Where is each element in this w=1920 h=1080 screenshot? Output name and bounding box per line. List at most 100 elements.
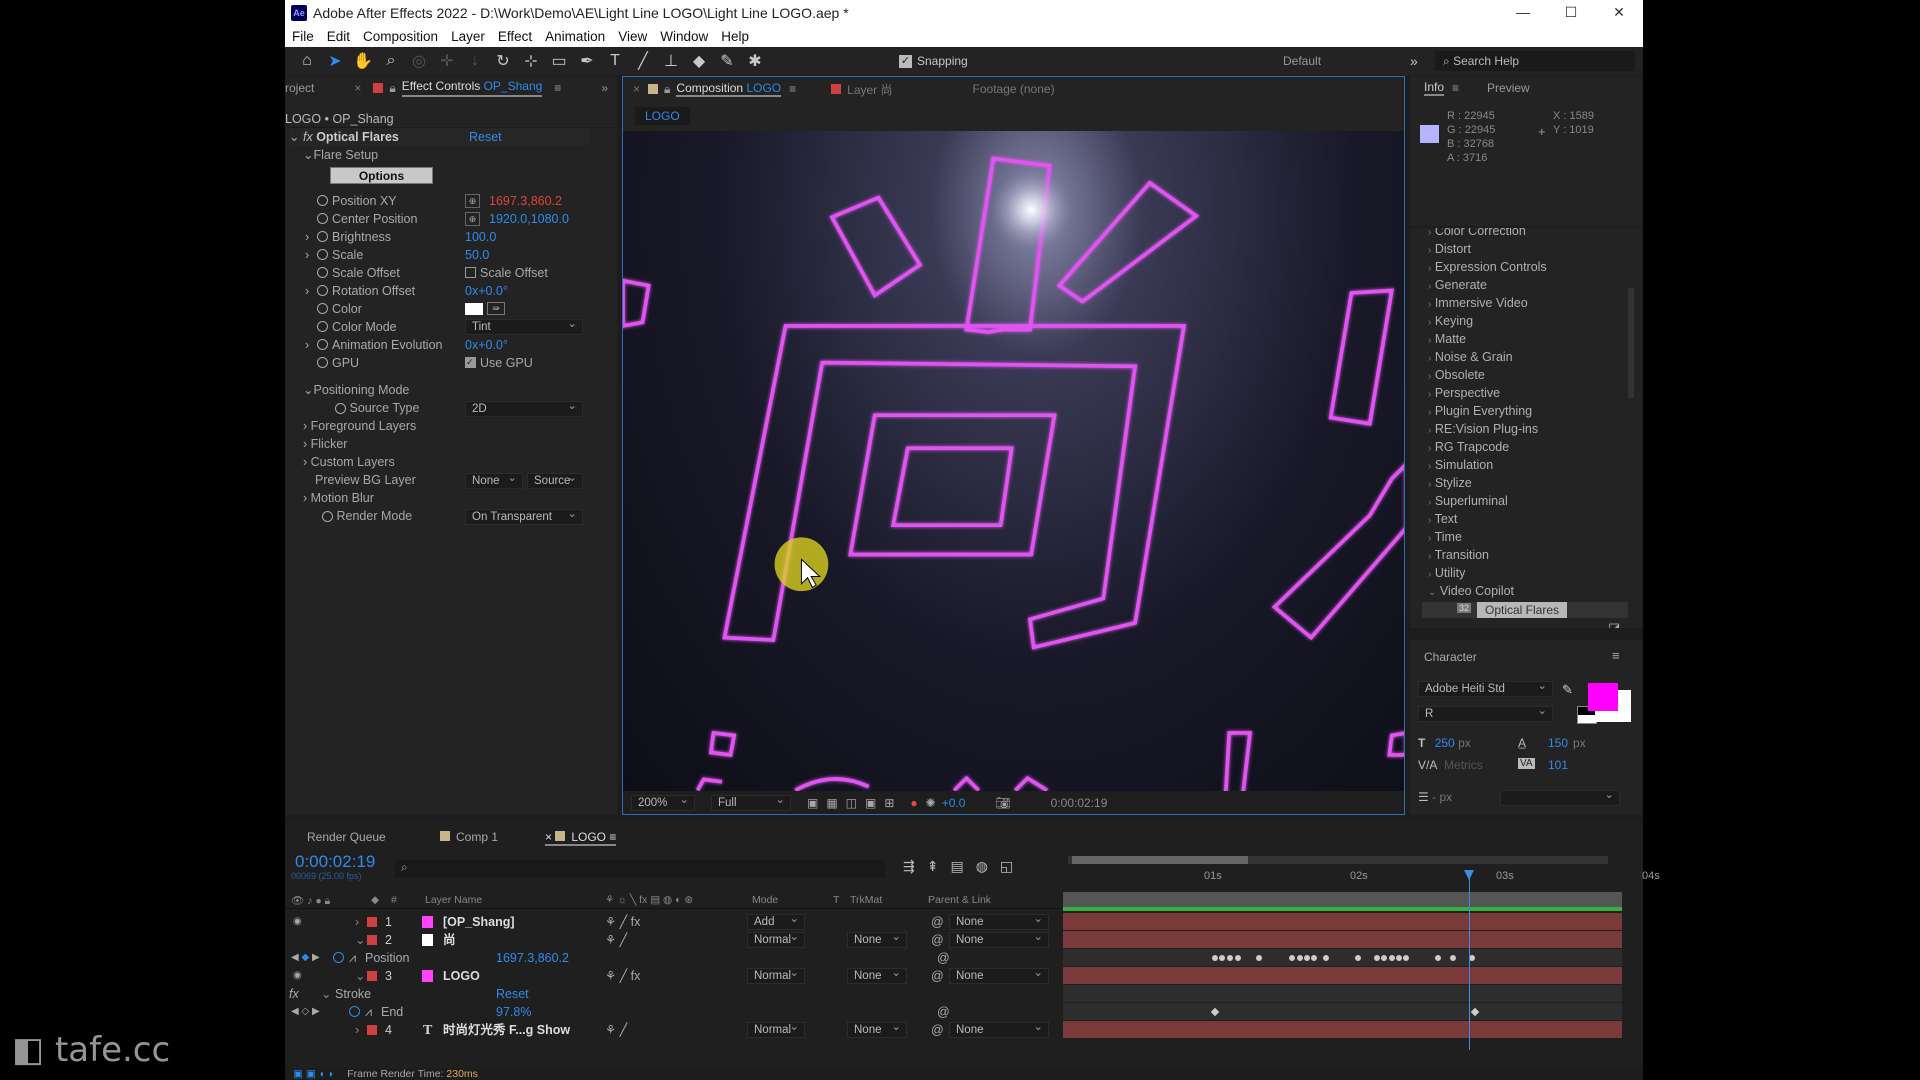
fill-color-swatch[interactable]	[1588, 683, 1618, 711]
viewer-toggles-icons[interactable]: ▣▦◫▣⊞	[807, 796, 902, 810]
preview-bg-dropdown[interactable]: None	[465, 471, 523, 489]
effect-category[interactable]: › Superluminal	[1428, 492, 1508, 510]
eraser-tool-icon[interactable]: ◆	[685, 51, 713, 71]
rotate-tool-icon[interactable]: ↻	[489, 51, 517, 71]
checkbox[interactable]	[465, 267, 476, 278]
label-color[interactable]	[367, 935, 377, 945]
color-mode-dropdown[interactable]: Tint	[465, 317, 583, 335]
layer-duration-bar[interactable]	[1063, 967, 1622, 984]
composition-viewer[interactable]	[623, 131, 1404, 791]
effect-category[interactable]: › Simulation	[1428, 456, 1493, 474]
color-swatch[interactable]	[465, 303, 483, 315]
time-navigator[interactable]	[1068, 856, 1608, 864]
effect-category[interactable]: › Matte	[1428, 330, 1466, 348]
effect-category[interactable]: › Perspective	[1428, 384, 1500, 402]
chevron-right-icon[interactable]: ›	[355, 1021, 359, 1039]
layer-name[interactable]: LOGO	[443, 967, 480, 985]
comp-breadcrumb-chip[interactable]: LOGO	[635, 107, 690, 125]
property-value[interactable]: 1697.3,860.2	[496, 949, 569, 967]
mode-dropdown[interactable]: Normal	[747, 1020, 805, 1038]
layer-duration-bar[interactable]	[1063, 1021, 1622, 1038]
pickwhip-icon[interactable]: @	[931, 931, 944, 949]
stopwatch-icon[interactable]	[317, 231, 328, 242]
prop-value[interactable]: 0x+0.0°	[465, 336, 508, 354]
mode-dropdown[interactable]: Normal	[747, 966, 805, 984]
scrollbar[interactable]	[1628, 288, 1634, 398]
effect-category[interactable]: › RG Trapcode	[1428, 438, 1509, 456]
stroke-width-row[interactable]: ☰ - px	[1418, 790, 1452, 804]
panel-menu-icon[interactable]: ≡	[1612, 648, 1620, 663]
selection-tool-icon[interactable]: ➤	[321, 51, 349, 71]
stopwatch-icon[interactable]	[317, 267, 328, 278]
workspace-default[interactable]: Default	[1283, 54, 1321, 68]
kerning-value[interactable]: Metrics	[1444, 758, 1483, 772]
lock-icon[interactable]: 🔒︎	[664, 82, 670, 97]
effect-category[interactable]: › Color Correction	[1428, 228, 1526, 240]
parent-dropdown[interactable]: None	[949, 1020, 1049, 1038]
group-flicker[interactable]: › Flicker	[303, 435, 347, 453]
layer-name[interactable]: 时尚灯光秀 F...g Show	[443, 1021, 570, 1039]
selected-effect-optical-flares[interactable]: Optical Flares	[1477, 602, 1568, 618]
exposure-reset-icon[interactable]: ✺	[926, 796, 936, 810]
crosshair-icon[interactable]: ⊕	[465, 194, 480, 208]
dolly-tool-icon[interactable]: ↓	[461, 52, 489, 70]
effect-category[interactable]: › Noise & Grain	[1428, 348, 1513, 366]
group-custom-layers[interactable]: › Custom Layers	[303, 453, 395, 471]
chevron-right-icon[interactable]: ›	[305, 246, 309, 264]
chevron-right-icon[interactable]: ›	[355, 913, 359, 931]
layer-name[interactable]: 尚	[443, 931, 456, 949]
channel-icon[interactable]: ●	[910, 796, 917, 810]
prop-value[interactable]: 1920.0,1080.0	[489, 210, 569, 228]
selected-effect-row[interactable]: 32 Optical Flares	[1422, 602, 1628, 618]
navigator-range[interactable]	[1072, 856, 1248, 864]
effect-category[interactable]: › Distort	[1428, 240, 1471, 258]
minimize-button[interactable]: —	[1499, 0, 1547, 25]
exposure-value[interactable]: +0.0	[942, 796, 966, 810]
new-folder-icon[interactable]: ◪	[1608, 620, 1620, 628]
chevron-down-icon[interactable]: ⌄	[355, 967, 365, 985]
prop-value[interactable]: 100.0	[465, 228, 496, 246]
prop-value[interactable]: 50.0	[465, 246, 489, 264]
stopwatch-icon[interactable]	[349, 1006, 360, 1017]
effect-category[interactable]: › Transition	[1428, 546, 1489, 564]
effect-category[interactable]: › RE:Vision Plug-ins	[1428, 420, 1538, 438]
type-tool-icon[interactable]: T	[601, 52, 629, 70]
effect-category[interactable]: ⌄ Video Copilot	[1428, 582, 1514, 600]
chevron-down-icon[interactable]: ⌄	[321, 985, 331, 1003]
viewer-timecode[interactable]: 0:00:02:19	[1051, 796, 1108, 810]
font-size-value[interactable]: 250	[1435, 736, 1455, 750]
workspace-overflow-icon[interactable]: »	[1410, 53, 1418, 69]
trkmat-dropdown[interactable]: None	[847, 1020, 907, 1038]
pickwhip-icon[interactable]: @	[937, 949, 950, 967]
effect-category[interactable]: › Stylize	[1428, 474, 1472, 492]
chevron-down-icon[interactable]: ⌄	[355, 931, 365, 949]
font-family-dropdown[interactable]: Adobe Heiti Std	[1418, 679, 1553, 697]
maximize-button[interactable]: ☐	[1547, 0, 1595, 25]
lock-icon[interactable]: 🔒︎	[389, 81, 395, 96]
keyframe-navigator[interactable]: ◀ ◇ ▶	[291, 1003, 320, 1021]
trkmat-dropdown[interactable]: None	[847, 966, 907, 984]
menu-file[interactable]: File	[292, 29, 314, 44]
menu-edit[interactable]: Edit	[327, 29, 350, 44]
playhead-handle[interactable]	[1463, 870, 1474, 885]
trkmat-dropdown[interactable]: None	[847, 930, 907, 948]
tab-preview[interactable]: Preview	[1487, 81, 1530, 95]
effect-category[interactable]: › Immersive Video	[1428, 294, 1528, 312]
group-motion-blur[interactable]: › Motion Blur	[303, 489, 374, 507]
layer-duration-bar[interactable]	[1063, 931, 1622, 948]
pan-tool-icon[interactable]: ✛	[433, 51, 461, 71]
puppet-tool-icon[interactable]: ✱	[741, 51, 769, 71]
layer-name[interactable]: [OP_Shang]	[443, 913, 515, 931]
panel-menu-icon[interactable]: ≡	[789, 82, 796, 96]
close-tab-icon[interactable]: ×	[354, 81, 361, 95]
layer-duration-bar[interactable]	[1063, 913, 1622, 930]
stopwatch-icon[interactable]	[317, 321, 328, 332]
keyframe-navigator[interactable]: ◀ ◆ ▶	[291, 949, 320, 967]
reset-link[interactable]: Reset	[469, 128, 502, 146]
graph-icon[interactable]: ⩘	[365, 1003, 372, 1021]
effect-category[interactable]: › Utility	[1428, 564, 1465, 582]
menu-effect[interactable]: Effect	[498, 29, 532, 44]
roto-brush-icon[interactable]: ✎	[713, 51, 741, 71]
pickwhip-icon[interactable]: @	[937, 1003, 950, 1021]
mode-dropdown[interactable]: Normal	[747, 930, 805, 948]
